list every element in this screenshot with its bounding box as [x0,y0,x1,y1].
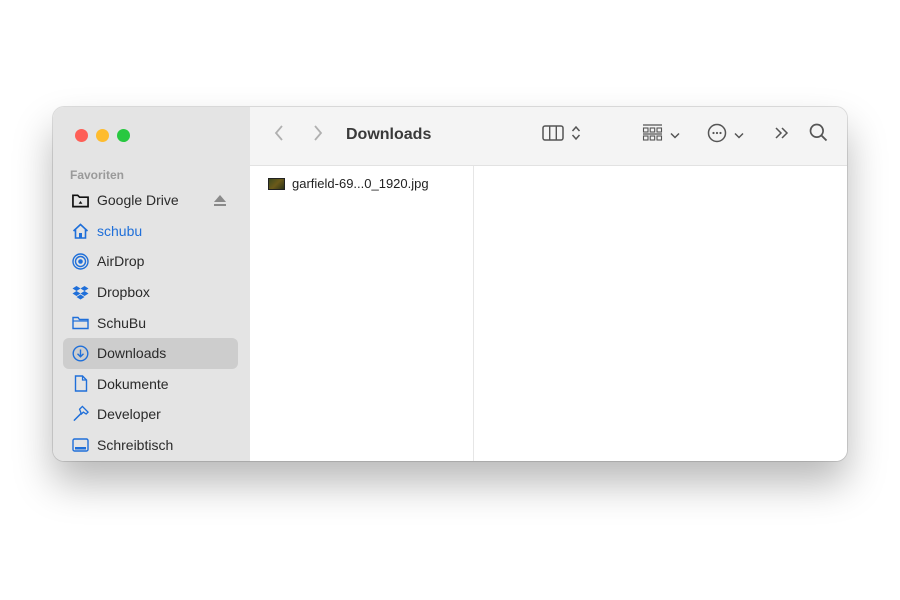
dropbox-icon [72,284,89,301]
more-toolbar-button[interactable] [774,123,790,147]
toolbar: Downloads [250,107,847,166]
folder-icon [72,314,89,331]
download-icon [72,345,89,362]
search-icon [809,123,828,147]
desktop-icon [72,437,89,454]
sidebar-item-dropbox[interactable]: Dropbox [63,277,238,308]
sidebar-item-airdrop[interactable]: AirDrop [63,246,238,277]
grid-icon [642,123,663,147]
home-icon [72,222,89,239]
finder-window: Favoriten Google Drive schubu AirDrop Dr… [53,107,847,461]
chevron-right-icon [313,124,323,147]
hammer-icon [72,405,89,423]
eject-icon[interactable] [214,193,226,209]
chevron-left-icon [274,124,284,147]
view-mode-button[interactable] [542,123,581,147]
drive-folder-icon [72,192,89,209]
window-title: Downloads [346,126,432,143]
forward-button[interactable] [313,123,323,147]
minimize-button[interactable] [96,129,109,142]
sidebar-item-developer[interactable]: Developer [63,399,238,430]
sidebar-item-google-drive[interactable]: Google Drive [63,185,238,216]
chevron-down-icon [670,126,680,144]
group-button[interactable] [642,123,680,147]
file-name: garfield-69...0_1920.jpg [292,176,429,191]
file-browser: garfield-69...0_1920.jpg [250,166,847,461]
close-button[interactable] [75,129,88,142]
up-down-chevron-icon [571,125,581,146]
window-controls [75,129,130,142]
zoom-button[interactable] [117,129,130,142]
image-thumbnail-icon [268,177,285,190]
sidebar: Favoriten Google Drive schubu AirDrop Dr… [53,107,250,461]
document-icon [72,375,89,393]
search-button[interactable] [809,123,828,147]
file-item[interactable]: garfield-69...0_1920.jpg [268,176,429,191]
back-button[interactable] [274,123,284,147]
sidebar-item-schubu-home[interactable]: schubu [63,216,238,247]
airdrop-icon [72,253,89,270]
sidebar-item-schubu-folder[interactable]: SchuBu [63,307,238,338]
sidebar-item-schreibtisch[interactable]: Schreibtisch [63,430,238,461]
sidebar-item-downloads[interactable]: Downloads [63,337,238,369]
chevron-down-icon [734,126,744,144]
sidebar-item-dokumente[interactable]: Dokumente [63,369,238,400]
sidebar-section-favorites: Favoriten [70,168,125,182]
double-chevron-right-icon [774,126,790,145]
more-icon [707,123,727,148]
columns-view-icon [542,124,564,146]
column-view-column: garfield-69...0_1920.jpg [250,166,474,461]
action-menu-button[interactable] [707,123,744,147]
